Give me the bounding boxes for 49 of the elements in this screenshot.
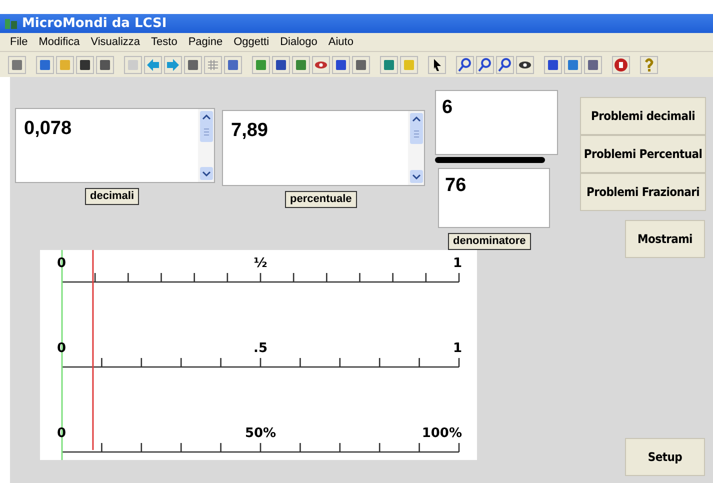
menu-item[interactable]: Visualizza (90, 34, 140, 50)
app-icon (4, 16, 18, 30)
stop-icon[interactable] (612, 56, 630, 74)
tick-label: ½ (254, 257, 268, 270)
zoom-out-icon[interactable] (496, 56, 514, 74)
field-label: denominatore (448, 233, 531, 250)
problem-button[interactable]: Problemi decimali (580, 97, 706, 135)
eye-icon[interactable] (516, 56, 534, 74)
help-icon[interactable] (640, 56, 658, 74)
setup-button[interactable]: Setup (625, 438, 705, 476)
text-box[interactable]: 0,078 (15, 108, 215, 183)
menu-item[interactable]: Modifica (38, 34, 80, 50)
menu-item[interactable]: Dialogo (280, 34, 318, 50)
problem-button[interactable]: Problemi Percentual (580, 135, 706, 173)
scroll-thumb[interactable] (410, 124, 422, 144)
window-title: MicroMondi da LCSI (22, 14, 167, 33)
tick-label: 100% (422, 427, 462, 440)
tick-label: 0 (57, 427, 66, 440)
menu-item[interactable]: File (10, 34, 28, 50)
text-box[interactable]: 7,89 (222, 110, 425, 186)
zoom-in-icon[interactable] (476, 56, 494, 74)
field-label: decimali (85, 188, 140, 205)
tick-label: .5 (254, 342, 268, 355)
pointer-icon[interactable] (428, 56, 446, 74)
eye-icon[interactable] (312, 56, 330, 74)
menu-item[interactable]: Pagine (188, 34, 223, 50)
scrollbar[interactable] (198, 109, 214, 182)
denominator-field[interactable]: 76 (438, 168, 550, 228)
menu-item[interactable]: Oggetti (234, 34, 270, 50)
scroll-thumb[interactable] (200, 122, 212, 142)
tick-label: 0 (57, 342, 66, 355)
problem-button[interactable]: Problemi Frazionari (580, 173, 706, 211)
numerator-field[interactable]: 6 (435, 90, 558, 155)
left-arrow-icon[interactable] (144, 56, 162, 74)
tick-label: 50% (244, 427, 276, 440)
tick-label: 1 (452, 257, 462, 270)
menu-item[interactable]: Aiuto (328, 34, 354, 50)
scrollbar[interactable] (408, 111, 424, 185)
scroll-down-icon[interactable] (200, 167, 212, 180)
right-arrow-icon[interactable] (164, 56, 182, 74)
field-label: percentuale (285, 191, 357, 208)
show-button[interactable]: Mostrami (625, 220, 705, 258)
tick-label: 1 (452, 342, 462, 355)
menu-item[interactable]: Testo (151, 34, 178, 50)
text-box-value: 0,078 (23, 117, 73, 141)
grid-icon[interactable] (204, 56, 222, 74)
text-box-value: 7,89 (230, 119, 269, 143)
tick-label: 0 (57, 257, 66, 270)
scroll-down-icon[interactable] (410, 170, 422, 183)
